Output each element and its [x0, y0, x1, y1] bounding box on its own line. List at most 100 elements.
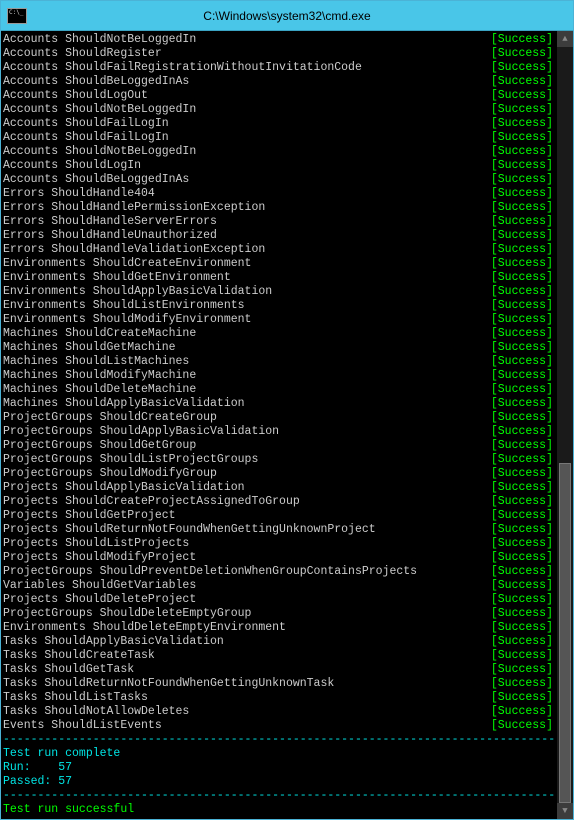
test-result-row: Accounts ShouldNotBeLoggedIn [Success] [3, 103, 555, 117]
test-status: [Success] [491, 145, 555, 159]
test-status: [Success] [491, 271, 555, 285]
test-name: Errors ShouldHandle404 [3, 187, 155, 201]
test-status: [Success] [491, 705, 555, 719]
test-name: Accounts ShouldBeLoggedInAs [3, 75, 189, 89]
test-result-row: Machines ShouldModifyMachine[Success] [3, 369, 555, 383]
test-result-row: Tasks ShouldReturnNotFoundWhenGettingUnk… [3, 677, 555, 691]
test-name: Environments ShouldDeleteEmptyEnvironmen… [3, 621, 286, 635]
test-status: [Success] [491, 159, 555, 173]
test-result-row: Machines ShouldApplyBasicValidation[Succ… [3, 397, 555, 411]
test-name: Projects ShouldModifyProject [3, 551, 196, 565]
test-result-row: Accounts ShouldFailLogIn [Success] [3, 117, 555, 131]
test-name: Errors ShouldHandleUnauthorized [3, 229, 217, 243]
test-name: Machines ShouldApplyBasicValidation [3, 397, 245, 411]
scrollbar-track[interactable] [557, 47, 573, 803]
test-result-row: Accounts ShouldLogIn [Success] [3, 159, 555, 173]
test-result-row: Machines ShouldGetMachine[Success] [3, 341, 555, 355]
test-name: Tasks ShouldNotAllowDeletes [3, 705, 189, 719]
test-name: ProjectGroups ShouldPreventDeletionWhenG… [3, 565, 417, 579]
test-status: [Success] [491, 509, 555, 523]
test-result-row: Tasks ShouldGetTask[Success] [3, 663, 555, 677]
test-result-row: Tasks ShouldApplyBasicValidation[Success… [3, 635, 555, 649]
test-name: ProjectGroups ShouldModifyGroup [3, 467, 217, 481]
test-name: Errors ShouldHandlePermissionException [3, 201, 265, 215]
test-result-row: ProjectGroups ShouldModifyGroup[Success] [3, 467, 555, 481]
test-result-row: ProjectGroups ShouldListProjectGroups [Su… [3, 453, 555, 467]
scroll-up-arrow-icon[interactable]: ▲ [557, 31, 573, 47]
test-name: Environments ShouldApplyBasicValidation [3, 285, 272, 299]
test-name: Tasks ShouldListTasks [3, 691, 148, 705]
test-name: Machines ShouldListMachines [3, 355, 189, 369]
test-status: [Success] [491, 621, 555, 635]
test-name: Projects ShouldListProjects [3, 537, 189, 551]
test-status: [Success] [491, 117, 555, 131]
test-status: [Success] [491, 47, 555, 61]
test-status: [Success] [491, 201, 555, 215]
test-status: [Success] [491, 327, 555, 341]
test-status: [Success] [491, 89, 555, 103]
test-status: [Success] [491, 579, 555, 593]
test-result-row: Environments ShouldCreateEnvironment [Suc… [3, 257, 555, 271]
test-name: ProjectGroups ShouldGetGroup [3, 439, 196, 453]
test-result-row: Machines ShouldListMachines[Success] [3, 355, 555, 369]
test-name: Accounts ShouldFailLogIn [3, 117, 169, 131]
vertical-scrollbar[interactable]: ▲ ▼ [557, 31, 573, 819]
terminal-output[interactable]: Accounts ShouldNotBeLoggedIn[Success]Acc… [1, 31, 557, 819]
test-name: Projects ShouldGetProject [3, 509, 176, 523]
test-result-row: Projects ShouldModifyProject[Success] [3, 551, 555, 565]
test-result-row: Projects ShouldReturnNotFoundWhenGetting… [3, 523, 555, 537]
test-name: ProjectGroups ShouldApplyBasicValidation [3, 425, 279, 439]
test-status: [Success] [491, 33, 555, 47]
test-status: [Success] [491, 103, 555, 117]
test-name: ProjectGroups ShouldCreateGroup [3, 411, 217, 425]
test-status: [Success] [491, 565, 555, 579]
test-status: [Success] [491, 285, 555, 299]
test-name: Machines ShouldDeleteMachine [3, 383, 196, 397]
test-status: [Success] [491, 453, 555, 467]
window-title: C:\Windows\system32\cmd.exe [1, 9, 573, 23]
test-name: ProjectGroups ShouldListProjectGroups [3, 453, 258, 467]
test-name: Projects ShouldApplyBasicValidation [3, 481, 245, 495]
scrollbar-thumb[interactable] [559, 463, 571, 803]
test-status: [Success] [491, 439, 555, 453]
test-result-row: Accounts ShouldFailLogIn[Success] [3, 131, 555, 145]
test-result-row: ProjectGroups ShouldCreateGroup[Success] [3, 411, 555, 425]
scroll-down-arrow-icon[interactable]: ▼ [557, 803, 573, 819]
test-result-row: Events ShouldListEvents[Success] [3, 719, 555, 733]
test-result-row: Accounts ShouldBeLoggedInAs[Success] [3, 173, 555, 187]
test-name: ProjectGroups ShouldDeleteEmptyGroup [3, 607, 251, 621]
test-result-row: Errors ShouldHandleValidationException[S… [3, 243, 555, 257]
test-result-row: Accounts ShouldLogOut [Success] [3, 89, 555, 103]
test-name: Accounts ShouldNotBeLoggedIn [3, 103, 196, 117]
test-result-row: Machines ShouldDeleteMachine [Success] [3, 383, 555, 397]
titlebar[interactable]: C:\Windows\system32\cmd.exe [1, 1, 573, 31]
test-name: Variables ShouldGetVariables [3, 579, 196, 593]
cmd-icon [7, 8, 27, 24]
test-status: [Success] [491, 243, 555, 257]
test-name: Accounts ShouldFailRegistrationWithoutIn… [3, 61, 362, 75]
test-result-row: Projects ShouldApplyBasicValidation[Succ… [3, 481, 555, 495]
test-result-row: Environments ShouldListEnvironments[Succ… [3, 299, 555, 313]
test-result-row: Projects ShouldDeleteProject[Success] [3, 593, 555, 607]
test-name: Accounts ShouldLogOut [3, 89, 148, 103]
test-result-row: ProjectGroups ShouldApplyBasicValidation… [3, 425, 555, 439]
test-result-row: ProjectGroups ShouldGetGroup [Success] [3, 439, 555, 453]
test-name: Tasks ShouldReturnNotFoundWhenGettingUnk… [3, 677, 334, 691]
test-name: Accounts ShouldLogIn [3, 159, 141, 173]
test-name: Accounts ShouldBeLoggedInAs [3, 173, 189, 187]
test-name: Projects ShouldReturnNotFoundWhenGetting… [3, 523, 376, 537]
test-status: [Success] [491, 383, 555, 397]
test-name: Tasks ShouldApplyBasicValidation [3, 635, 224, 649]
test-status: [Success] [491, 663, 555, 677]
test-name: Accounts ShouldRegister [3, 47, 162, 61]
test-name: Machines ShouldGetMachine [3, 341, 176, 355]
cmd-window: C:\Windows\system32\cmd.exe Accounts Sho… [0, 0, 574, 820]
test-result-row: Environments ShouldDeleteEmptyEnvironmen… [3, 621, 555, 635]
summary-passed: Passed: 57 [3, 775, 555, 789]
test-status: [Success] [491, 257, 555, 271]
test-name: Accounts ShouldNotBeLoggedIn [3, 33, 196, 47]
test-result-row: Environments ShouldGetEnvironment[Succes… [3, 271, 555, 285]
test-name: Environments ShouldCreateEnvironment [3, 257, 251, 271]
test-name: Machines ShouldModifyMachine [3, 369, 196, 383]
test-name: Environments ShouldModifyEnvironment [3, 313, 251, 327]
